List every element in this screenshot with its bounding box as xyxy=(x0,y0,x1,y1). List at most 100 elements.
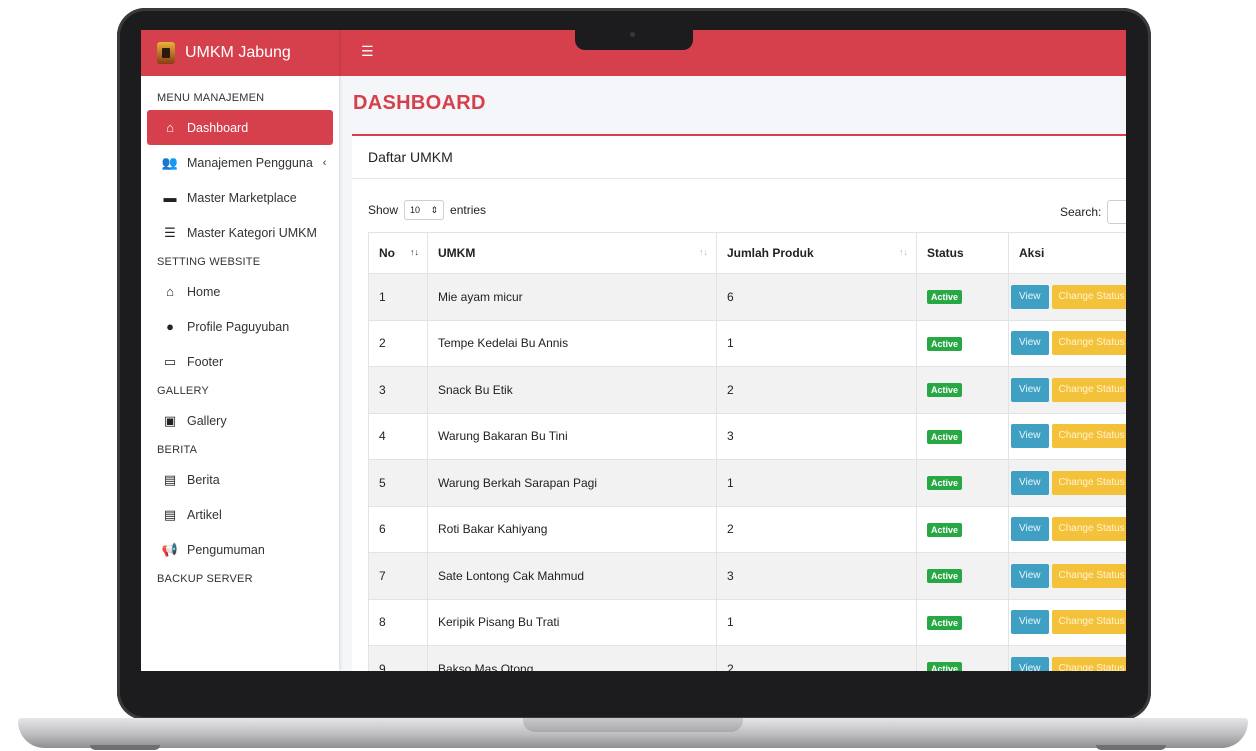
entries-length-control: Show 10 ⇕ entries xyxy=(368,200,486,220)
change-status-button[interactable]: Change Status xyxy=(1051,563,1126,588)
status-badge: Active xyxy=(927,569,963,584)
newspaper-icon: ▤ xyxy=(163,506,177,522)
cell-no: 4 xyxy=(368,412,428,460)
section-backup-server[interactable]: BACKUP SERVER xyxy=(141,567,339,591)
table-row: 8 Keripik Pisang Bu Trati 1 Active View Chang… xyxy=(368,598,1126,646)
sidebar-item-artikel[interactable]: ▤ Artikel xyxy=(141,497,339,532)
change-status-button[interactable]: Change Status xyxy=(1051,284,1126,309)
page-title: DASHBOARD xyxy=(353,92,486,114)
view-button[interactable]: View xyxy=(1011,284,1049,309)
change-status-button[interactable]: Change Status xyxy=(1051,517,1126,542)
cell-aksi: View Change Status xyxy=(1008,459,1126,507)
change-status-button[interactable]: Change Status xyxy=(1051,656,1126,671)
search-control: Search: xyxy=(1060,200,1126,224)
cell-no: 8 xyxy=(368,598,428,646)
cell-no: 7 xyxy=(368,552,428,600)
sidebar-item-label: Artikel xyxy=(187,507,222,522)
table-row: 1 Mie ayam micur 6 Active View Change Status xyxy=(368,273,1126,321)
table-row: 5 Warung Berkah Sarapan Pagi 1 Active View Ch… xyxy=(368,459,1126,507)
table-row: 7 Sate Lontong Cak Mahmud 3 Active View Chang… xyxy=(368,552,1126,600)
view-button[interactable]: View xyxy=(1011,424,1049,449)
cell-status: Active xyxy=(916,273,1009,321)
column-header-no[interactable]: No ↑↓ xyxy=(368,232,428,274)
hamburger-icon[interactable]: ☰ xyxy=(361,43,374,60)
view-button[interactable]: View xyxy=(1011,470,1049,495)
view-button[interactable]: View xyxy=(1011,517,1049,542)
brand[interactable]: UMKM Jabung xyxy=(141,30,339,76)
camera-notch xyxy=(575,30,693,50)
cell-umkm: Roti Bakar Kahiyang xyxy=(427,505,717,553)
sidebar-item-dashboard[interactable]: ⌂ Dashboard xyxy=(147,110,333,145)
cell-umkm: Sate Lontong Cak Mahmud xyxy=(427,552,717,600)
change-status-button[interactable]: Change Status xyxy=(1051,470,1126,495)
sidebar-item-profile-paguyuban[interactable]: ● Profile Paguyuban xyxy=(141,309,339,344)
home-icon: ⌂ xyxy=(166,284,174,299)
umkm-table: No ↑↓ UMKM ↑↓ Jumlah Produk ↑↓ Status Aksi … xyxy=(368,232,1126,671)
table-row: 2 Tempe Kedelai Bu Annis 1 Active View Change… xyxy=(368,319,1126,367)
top-navbar: ☰ xyxy=(339,30,1126,76)
change-status-button[interactable]: Change Status xyxy=(1051,610,1126,635)
cell-status: Active xyxy=(916,505,1009,553)
search-input[interactable] xyxy=(1107,200,1126,224)
cell-jumlah-produk: 2 xyxy=(716,505,917,553)
sidebar-item-label: Profile Paguyuban xyxy=(187,319,290,334)
cell-no: 9 xyxy=(368,645,428,671)
column-header-jumlah-produk[interactable]: Jumlah Produk ↑↓ xyxy=(716,232,917,274)
cell-aksi: View Change Status xyxy=(1008,273,1126,321)
view-button[interactable]: View xyxy=(1011,331,1049,356)
view-button[interactable]: View xyxy=(1011,610,1049,635)
list-icon: ☰ xyxy=(164,224,176,240)
status-badge: Active xyxy=(927,290,963,305)
cell-status: Active xyxy=(916,412,1009,460)
user-icon: ● xyxy=(166,319,174,334)
entries-select[interactable]: 10 ⇕ xyxy=(404,200,445,220)
sidebar-item-footer[interactable]: ▭ Footer xyxy=(141,344,339,379)
change-status-button[interactable]: Change Status xyxy=(1051,424,1126,449)
view-button[interactable]: View xyxy=(1011,377,1049,402)
megaphone-icon: 📢 xyxy=(161,541,179,557)
sidebar-item-home[interactable]: ⌂ Home xyxy=(141,274,339,309)
cell-umkm: Warung Bakaran Bu Tini xyxy=(427,412,717,460)
status-badge: Active xyxy=(927,429,963,444)
cell-umkm: Warung Berkah Sarapan Pagi xyxy=(427,459,717,507)
view-button[interactable]: View xyxy=(1011,656,1049,671)
status-badge: Active xyxy=(927,336,963,351)
brand-logo-icon xyxy=(157,42,175,64)
cell-jumlah-produk: 6 xyxy=(716,273,917,321)
laptop-opening-groove xyxy=(523,718,743,732)
section-gallery: GALLERY xyxy=(157,385,209,397)
view-button[interactable]: View xyxy=(1011,563,1049,588)
change-status-button[interactable]: Change Status xyxy=(1051,331,1126,356)
sidebar-item-label: Footer xyxy=(187,354,224,369)
status-badge: Active xyxy=(927,476,963,491)
footer-icon: ▭ xyxy=(163,353,177,369)
sidebar-item-manajemen-pengguna[interactable]: 👥 Manajemen Pengguna ‹ xyxy=(141,145,339,180)
table-header-row: No ↑↓ UMKM ↑↓ Jumlah Produk ↑↓ Status Aksi xyxy=(368,232,1126,274)
cell-jumlah-produk: 2 xyxy=(716,645,917,671)
sidebar-item-master-kategori[interactable]: ☰ Master Kategori UMKM xyxy=(141,215,339,250)
cell-no: 6 xyxy=(368,505,428,553)
sidebar-item-pengumuman[interactable]: 📢 Pengumuman xyxy=(141,532,339,567)
sidebar-item-label: Master Kategori UMKM xyxy=(187,225,317,240)
cell-status: Active xyxy=(916,319,1009,367)
table-row: 4 Warung Bakaran Bu Tini 3 Active View Change… xyxy=(368,412,1126,460)
cell-aksi: View Change Status xyxy=(1008,319,1126,367)
cell-umkm: Keripik Pisang Bu Trati xyxy=(427,598,717,646)
column-header-status: Status xyxy=(916,232,1009,274)
search-label: Search: xyxy=(1060,205,1102,219)
cell-no: 3 xyxy=(368,366,428,414)
cell-aksi: View Change Status xyxy=(1008,366,1126,414)
cell-no: 1 xyxy=(368,273,428,321)
cell-status: Active xyxy=(916,645,1009,671)
column-header-umkm[interactable]: UMKM ↑↓ xyxy=(427,232,717,274)
brand-name: UMKM Jabung xyxy=(185,44,291,61)
change-status-button[interactable]: Change Status xyxy=(1051,377,1126,402)
status-badge: Active xyxy=(927,615,963,630)
section-menu-manajemen: MENU MANAJEMEN xyxy=(157,92,265,104)
sidebar-item-master-marketplace[interactable]: ▬ Master Marketplace xyxy=(141,180,339,215)
sidebar-item-gallery[interactable]: ▣ Gallery xyxy=(141,403,339,438)
show-label: Show xyxy=(368,203,399,217)
sidebar-item-berita[interactable]: ▤ Berita xyxy=(141,462,339,497)
sidebar-item-label: Dashboard xyxy=(187,120,249,135)
screen: ☰ UMKM Jabung MENU MANAJEMEN ⌂ Dashboard… xyxy=(141,30,1126,671)
